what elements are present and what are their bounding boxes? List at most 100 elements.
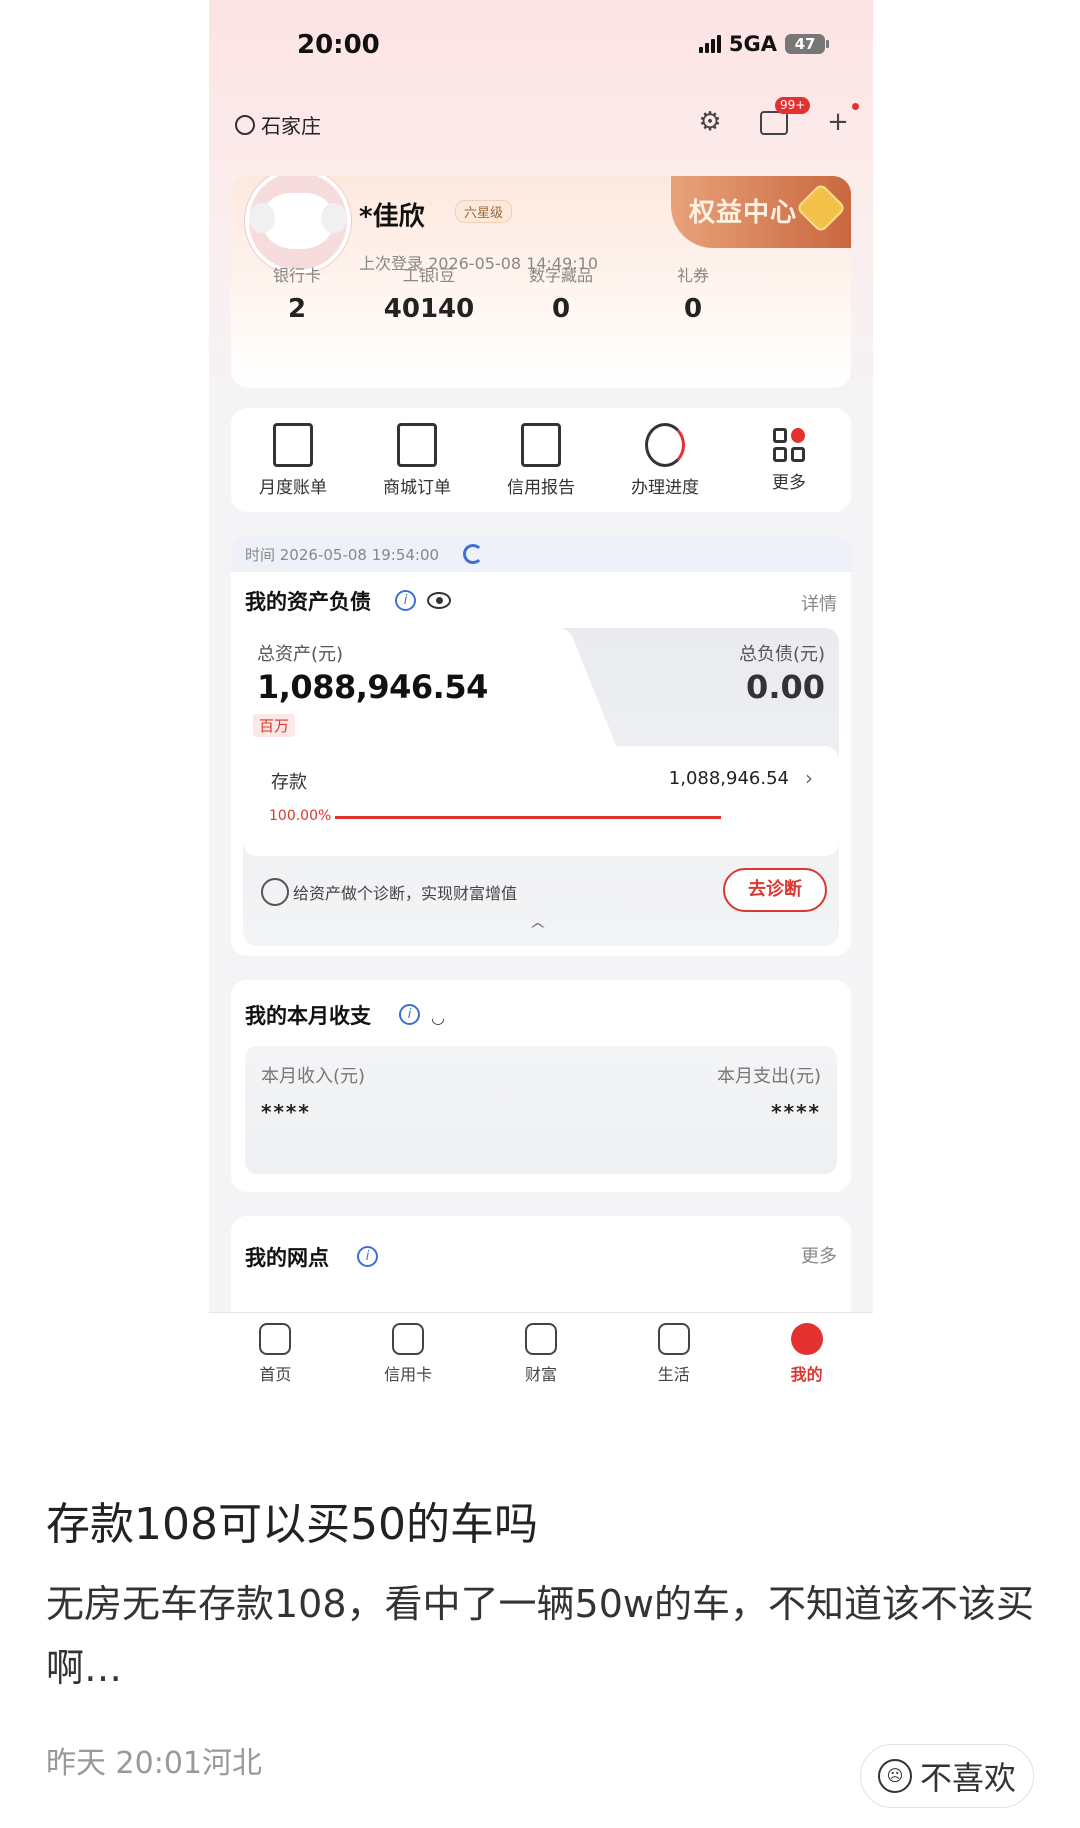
expense-value: **** — [771, 1100, 821, 1124]
phone-screenshot: 20:00 5GA 47 石家庄 ⚙ 99+ + *佳欣 六星级 上次登录 20… — [209, 0, 873, 1394]
stat-digital-collectibles[interactable]: 数字藏品 0 — [501, 262, 621, 324]
profile-icon — [790, 1323, 823, 1355]
menu-label: 商城订单 — [383, 477, 451, 498]
asset-detail-link[interactable]: 详情 — [801, 590, 837, 616]
branch-more-link[interactable]: 更多 — [801, 1242, 837, 1268]
menu-label: 月度账单 — [259, 477, 327, 498]
total-assets-label: 总资产(元) — [257, 644, 344, 665]
tab-life[interactable]: 生活 — [624, 1313, 724, 1394]
million-tag: 百万 — [253, 714, 296, 737]
income-title: 我的本月收支 — [245, 1004, 371, 1028]
menu-label: 办理进度 — [631, 477, 699, 498]
bottom-tab-bar: 首页 信用卡 财富 生活 我的 — [209, 1312, 873, 1394]
tab-label: 首页 — [259, 1365, 292, 1384]
deposit-percent-bar — [335, 816, 721, 819]
dislike-button[interactable]: ☹ 不喜欢 — [860, 1744, 1034, 1808]
wealth-chart-icon — [524, 1323, 557, 1355]
total-assets-value: 1,088,946.54 — [257, 668, 488, 706]
stat-label: 银行卡 — [272, 266, 321, 285]
stat-bank-cards[interactable]: 银行卡 2 — [237, 262, 357, 324]
quick-menu: 月度账单 商城订单 信用报告 办理进度 更多 — [231, 408, 851, 512]
deposit-percent: 100.00% — [269, 808, 332, 824]
stat-label: 工银i豆 — [402, 266, 456, 285]
network-label: 5GA — [728, 32, 777, 56]
total-debt-value: 0.00 — [746, 668, 825, 706]
branch-title: 我的网点 — [245, 1246, 329, 1270]
expense-label: 本月支出(元) — [716, 1066, 821, 1087]
sad-face-icon: ☹ — [877, 1759, 912, 1793]
battery-icon: 47 — [785, 34, 829, 54]
asset-title: 我的资产负债 — [245, 590, 371, 614]
asset-update-time: 时间 2026-05-08 19:54:00 — [245, 546, 440, 564]
stat-value: 0 — [551, 294, 571, 324]
grid-more-icon — [773, 427, 805, 462]
settings-gear-icon[interactable]: ⚙ — [693, 105, 727, 139]
life-ticket-icon — [657, 1323, 690, 1355]
location-selector[interactable]: 石家庄 — [235, 110, 321, 139]
dislike-label: 不喜欢 — [919, 1759, 1016, 1797]
credit-report-icon — [521, 422, 561, 467]
stat-i-beans[interactable]: 工银i豆 40140 — [369, 262, 489, 324]
menu-progress[interactable]: 办理进度 — [610, 422, 720, 498]
tab-label: 生活 — [657, 1365, 690, 1384]
deposit-value: 1,088,946.54 — [668, 768, 789, 789]
user-card: *佳欣 六星级 上次登录 2026-05-08 14:49:10 权益中心 银行… — [231, 176, 851, 388]
asset-summary-panel: 总资产(元) 1,088,946.54 总负债(元) 0.00 存款 1,088… — [243, 628, 839, 946]
tab-label: 财富 — [524, 1365, 557, 1384]
eye-icon[interactable] — [427, 592, 451, 609]
location-pin-icon — [235, 114, 255, 135]
deposit-label: 存款 — [271, 772, 307, 793]
info-icon[interactable]: i — [357, 1246, 378, 1267]
diagnosis-button[interactable]: 去诊断 — [723, 868, 827, 912]
asset-liability-card: 时间 2026-05-08 19:54:00 我的资产负债 i 详情 总资产(元… — [231, 536, 851, 956]
tab-wealth[interactable]: 财富 — [491, 1313, 591, 1394]
stat-value: 0 — [683, 294, 703, 324]
tab-label: 信用卡 — [384, 1365, 433, 1384]
refresh-icon[interactable] — [463, 544, 483, 564]
location-label: 石家庄 — [261, 114, 321, 138]
chevron-up-icon[interactable]: ^ — [528, 920, 547, 939]
diagnosis-trend-icon — [261, 878, 289, 906]
rights-center-label[interactable]: 权益中心 — [689, 192, 797, 229]
stat-label: 礼券 — [676, 266, 709, 285]
deposit-row[interactable]: 存款 1,088,946.54 › 100.00% — [243, 746, 839, 856]
home-icon — [259, 1323, 292, 1355]
elephant-mascot-icon — [249, 193, 347, 249]
tab-label: 我的 — [790, 1365, 823, 1384]
top-icons: ⚙ 99+ + — [693, 97, 859, 139]
diagnosis-text: 给资产做个诊断，实现财富增值 — [293, 884, 518, 903]
stat-coupons[interactable]: 礼券 0 — [633, 262, 753, 324]
tab-home[interactable]: 首页 — [225, 1313, 325, 1394]
notification-dot — [852, 103, 859, 110]
menu-credit-report[interactable]: 信用报告 — [486, 422, 596, 498]
stat-value: 40140 — [383, 294, 475, 324]
plus-icon[interactable]: + — [821, 103, 859, 139]
avatar[interactable] — [245, 176, 351, 274]
post-meta: 昨天 20:01河北 — [46, 1746, 262, 1781]
status-indicators: 5GA 47 — [698, 32, 829, 56]
info-icon[interactable]: i — [399, 1004, 420, 1025]
message-badge: 99+ — [775, 97, 811, 114]
total-debt-label: 总负债(元) — [738, 644, 825, 665]
menu-more[interactable]: 更多 — [734, 427, 844, 493]
level-badge[interactable]: 六星级 — [455, 200, 513, 223]
eye-closed-icon[interactable]: ◡ — [431, 1008, 445, 1027]
income-label: 本月收入(元) — [261, 1066, 366, 1087]
income-panel: 本月收入(元) **** 本月支出(元) **** — [245, 1046, 837, 1174]
stat-label: 数字藏品 — [528, 266, 593, 285]
post-body: 无房无车存款108，看中了一辆50w的车，不知道该不该买啊… — [46, 1582, 1034, 1690]
menu-mall-order[interactable]: 商城订单 — [362, 422, 472, 498]
progress-pie-icon — [645, 422, 685, 467]
asset-time-bar: 时间 2026-05-08 19:54:00 — [231, 536, 851, 572]
tab-credit-card[interactable]: 信用卡 — [358, 1313, 458, 1394]
monthly-income-card: 我的本月收支 i ◡ 本月收入(元) **** 本月支出(元) **** — [231, 980, 851, 1192]
signal-icon — [698, 35, 721, 53]
tab-mine[interactable]: 我的 — [757, 1313, 857, 1394]
income-value: **** — [261, 1100, 311, 1124]
mall-order-icon — [397, 422, 437, 467]
info-icon[interactable]: i — [395, 590, 416, 611]
message-icon[interactable]: 99+ — [757, 97, 811, 139]
menu-monthly-bill[interactable]: 月度账单 — [238, 422, 348, 498]
post-title: 存款108可以买50的车吗 — [46, 1499, 538, 1550]
menu-label: 更多 — [772, 472, 806, 493]
